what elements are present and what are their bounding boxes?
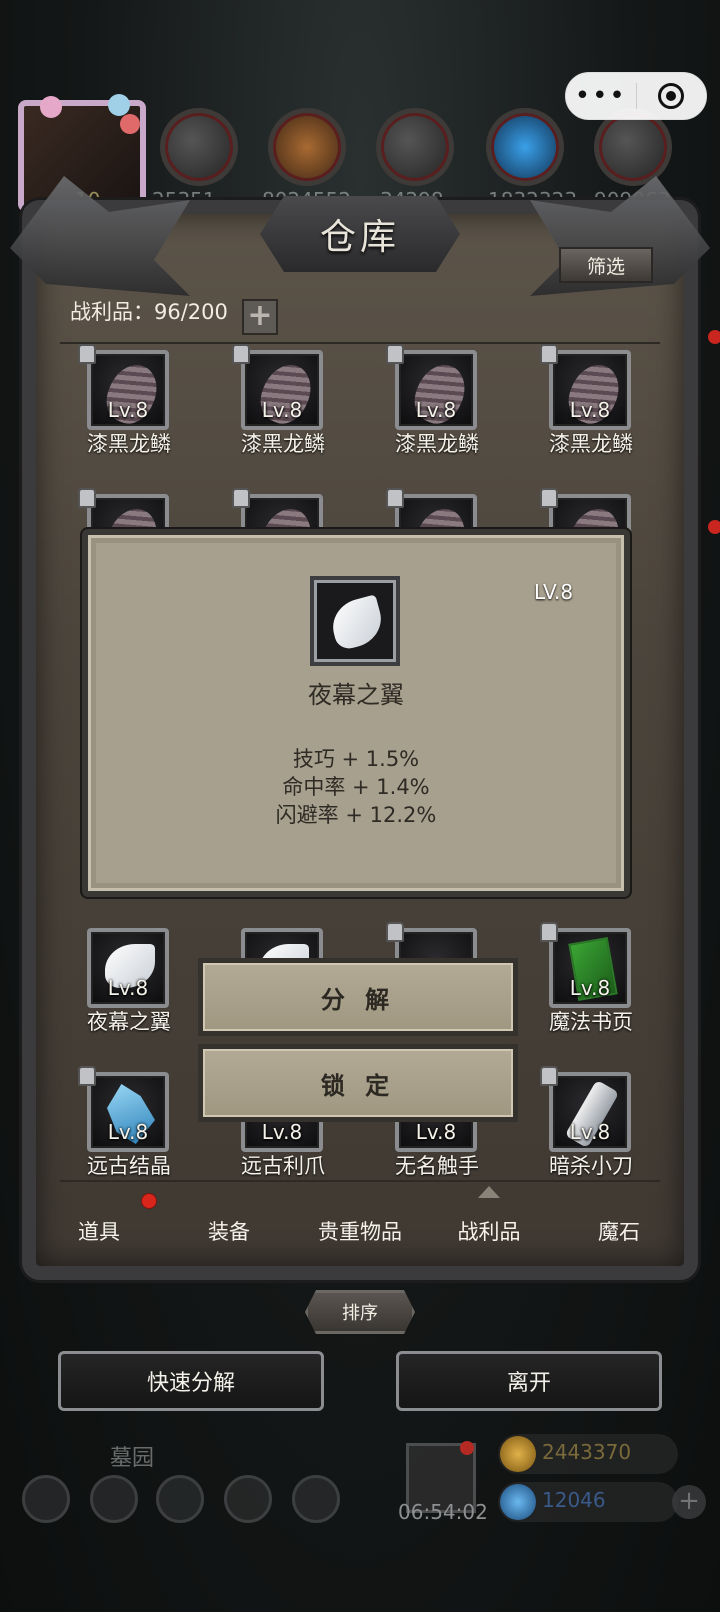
inventory-item[interactable]: Lv.8 远古结晶 [52,1066,206,1182]
lock-icon [232,488,250,508]
lock-icon [386,922,404,942]
item-name: 漆黑龙鳞 [549,432,633,456]
inventory-item[interactable]: Lv.8 漆黑龙鳞 [52,344,206,460]
item-name: 漆黑龙鳞 [87,432,171,456]
item-name: 漆黑龙鳞 [395,432,479,456]
tooltip-level: LV.8 [534,580,574,604]
item-level: Lv.8 [569,398,611,422]
item-level: Lv.8 [261,1120,303,1144]
gem-amount: 12046 [542,1488,606,1512]
lock-icon [386,344,404,364]
sort-button[interactable]: 排序 [305,1290,415,1334]
lock-icon [540,344,558,364]
item-level: Lv.8 [415,1120,457,1144]
inventory-item[interactable]: Lv.8 漆黑龙鳞 [206,344,360,460]
tab-equipment[interactable]: 装备 [174,1216,284,1246]
inventory-item[interactable]: Lv.8 暗杀小刀 [514,1066,668,1182]
tab-loot[interactable]: 战利品 [434,1216,544,1246]
notification-badge [141,1193,157,1209]
balloon-decoration [108,94,130,116]
wood-resource-icon [268,108,346,186]
notification-badge [460,1441,474,1455]
item-level: Lv.8 [107,398,149,422]
title-plate: 仓库 [260,196,460,272]
item-name: 漆黑龙鳞 [241,432,325,456]
lock-icon [540,488,558,508]
balloon-decoration [40,96,62,118]
lock-icon [78,1066,96,1086]
lock-icon [78,488,96,508]
lock-icon [232,344,250,364]
mail-icon[interactable] [224,1475,272,1523]
item-level: Lv.8 [107,976,149,1000]
gem-icon [500,1484,536,1520]
meat-resource-icon [160,108,238,186]
inventory-item[interactable]: Lv.8 魔法书页 [514,922,668,1038]
inventory-item[interactable]: Lv.8 夜幕之翼 [52,928,206,1038]
settings-icon[interactable] [22,1475,70,1523]
notification-badge [708,520,720,534]
chest-icon[interactable] [292,1475,340,1523]
divider [60,342,660,344]
add-gems-button[interactable]: + [672,1485,706,1519]
gold-amount: 2443370 [542,1440,632,1464]
tooltip-item-frame [310,576,400,666]
item-level: Lv.8 [569,976,611,1000]
wing-icon [326,594,388,652]
item-name: 远古结晶 [87,1154,171,1178]
item-level: Lv.8 [107,1120,149,1144]
lock-icon [540,1066,558,1086]
tab-items[interactable]: 道具 [44,1216,154,1246]
lock-icon [78,344,96,364]
tooltip-stat: 闪避率 + 12.2% [275,803,437,827]
item-level: Lv.8 [261,398,303,422]
item-name: 远古利爪 [241,1154,325,1178]
quick-decompose-button[interactable]: 快速分解 [58,1351,324,1411]
item-name: 无名触手 [395,1154,479,1178]
page-title: 仓库 [319,217,400,258]
leave-button[interactable]: 离开 [396,1351,662,1411]
balloon-decoration [120,114,140,134]
tab-magic-stones[interactable]: 魔石 [564,1216,674,1246]
iron-resource-icon [376,108,454,186]
inventory-item[interactable]: Lv.8 漆黑龙鳞 [360,344,514,460]
event-timer: 06:54:02 [398,1500,488,1524]
tooltip-stat: 命中率 + 1.4% [282,775,430,799]
item-name: 夜幕之翼 [87,1010,171,1034]
tab-valuables[interactable]: 贵重物品 [304,1216,416,1246]
lock-icon [386,488,404,508]
more-dots-icon[interactable]: ••• [566,76,636,116]
map-icon[interactable] [156,1475,204,1523]
loot-capacity: 战利品：96/200 [70,300,228,324]
filter-button[interactable]: 筛选 [559,247,653,283]
item-name: 暗杀小刀 [549,1154,633,1178]
lock-button[interactable]: 锁 定 [198,1044,518,1122]
target-circle-icon[interactable] [637,83,707,109]
item-name: 魔法书页 [549,1010,633,1034]
shield-icon[interactable] [90,1475,138,1523]
item-level: Lv.8 [415,398,457,422]
item-detail-tooltip: LV.8 夜幕之翼 技巧 + 1.5% 命中率 + 1.4% 闪避率 + 12.… [82,529,630,897]
gold-coin-icon [500,1436,536,1472]
crystal-resource-icon [486,108,564,186]
location-label: 墓园 [110,1446,155,1471]
item-level: Lv.8 [569,1120,611,1144]
inventory-item[interactable]: Lv.8 漆黑龙鳞 [514,344,668,460]
decompose-button[interactable]: 分 解 [198,958,518,1036]
divider [60,1180,660,1182]
expand-capacity-button[interactable]: + [242,299,278,335]
tooltip-stat: 技巧 + 1.5% [292,747,420,771]
miniprogram-capsule: ••• [565,72,707,120]
lock-icon [540,922,558,942]
tooltip-item-name: 夜幕之翼 [308,681,404,709]
notification-badge [708,330,720,344]
